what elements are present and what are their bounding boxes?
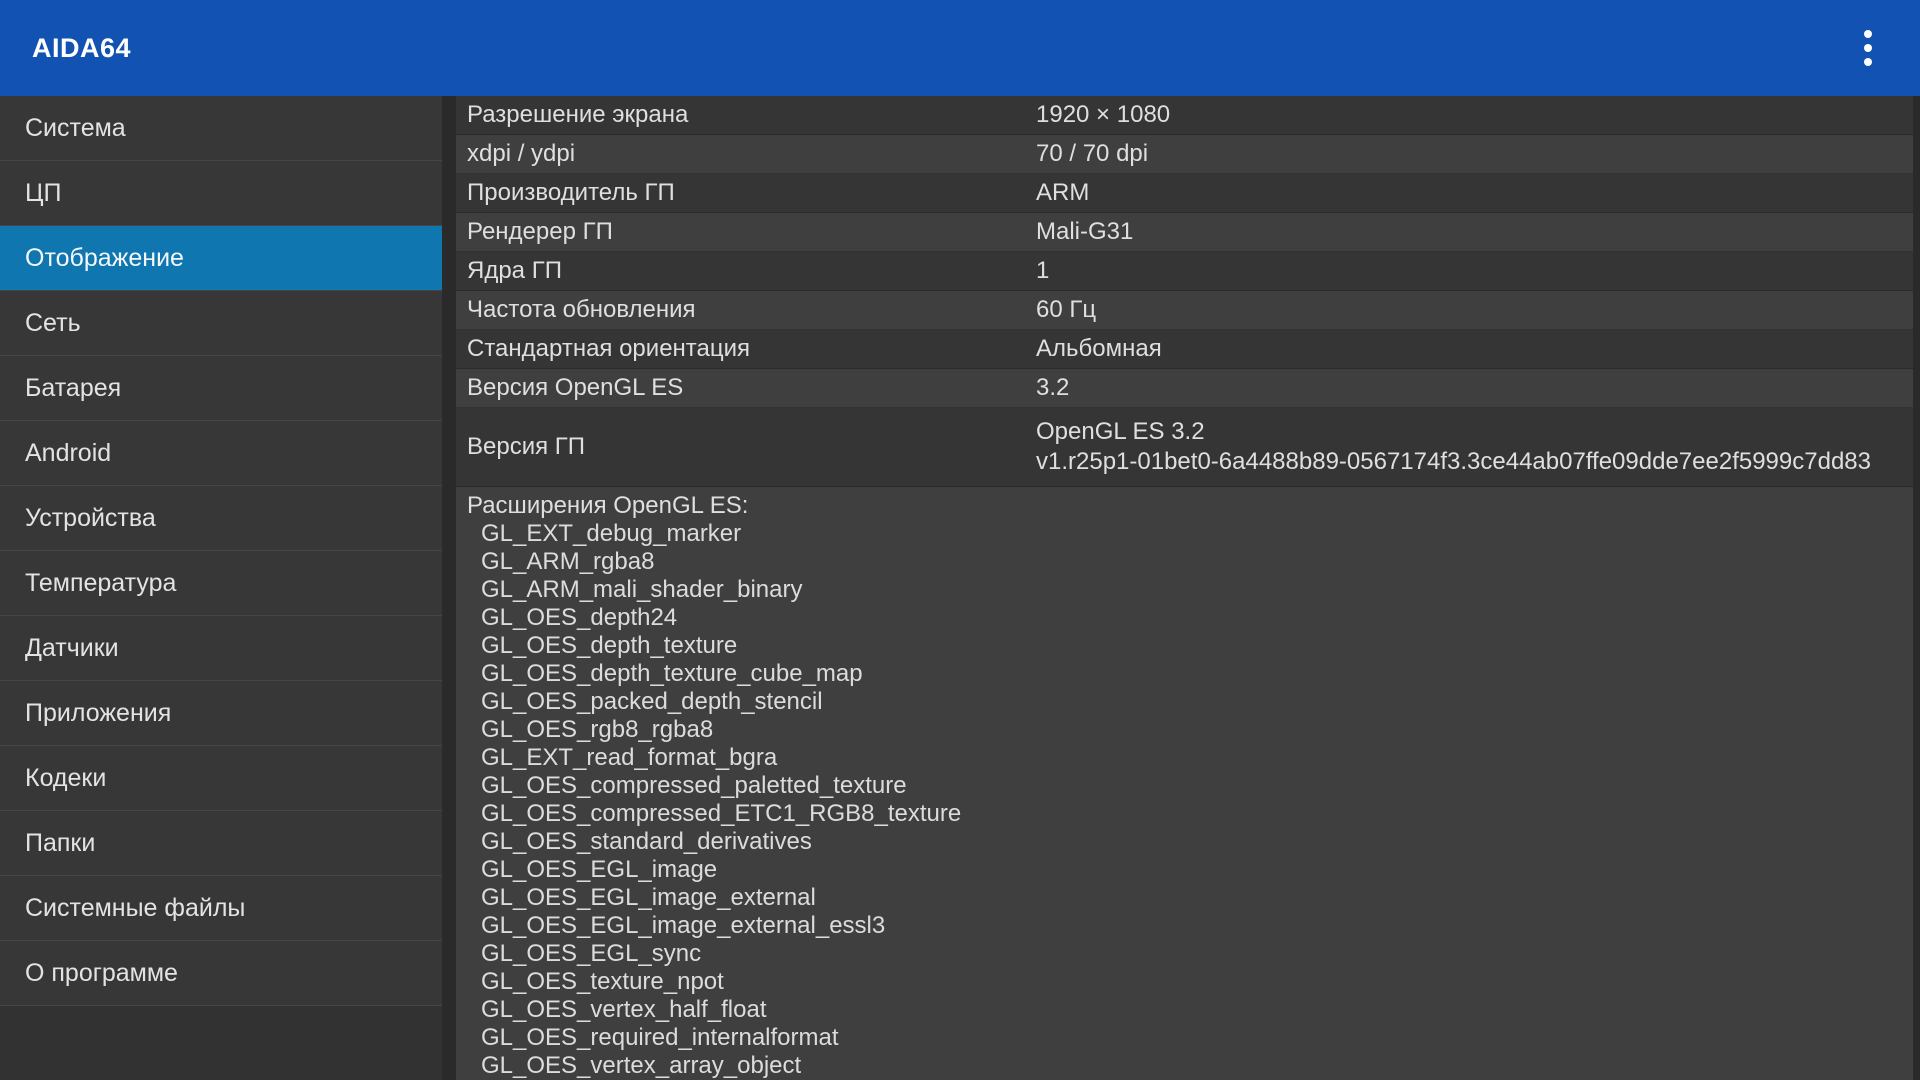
info-label: Разрешение экрана [456, 101, 1036, 129]
info-label: Ядра ГП [456, 257, 1036, 285]
info-value: 60 Гц [1036, 295, 1913, 325]
sidebar-item-7[interactable]: Температура [0, 551, 442, 616]
sidebar-item-label: Папки [25, 829, 95, 858]
info-row[interactable]: Версия ГПOpenGL ES 3.2 v1.r25p1-01bet0-6… [456, 408, 1913, 487]
sidebar-item-label: Температура [25, 569, 176, 598]
extension-item: GL_OES_EGL_image [467, 856, 1913, 884]
info-value: ARM [1036, 178, 1913, 208]
extensions-block: Расширения OpenGL ES: GL_EXT_debug_marke… [456, 487, 1913, 1080]
info-row[interactable]: Производитель ГПARM [456, 174, 1913, 213]
info-value: 70 / 70 dpi [1036, 139, 1913, 169]
extension-item: GL_OES_EGL_sync [467, 940, 1913, 968]
sidebar-item-4[interactable]: Батарея [0, 356, 442, 421]
extension-item: GL_OES_depth_texture [467, 632, 1913, 660]
kebab-dot [1864, 58, 1872, 66]
info-label: Версия ГП [456, 433, 1036, 461]
sidebar-item-1[interactable]: ЦП [0, 161, 442, 226]
info-label: Производитель ГП [456, 179, 1036, 207]
extension-item: GL_OES_compressed_paletted_texture [467, 772, 1913, 800]
sidebar-item-label: О программе [25, 959, 178, 988]
sidebar-item-13[interactable]: О программе [0, 941, 442, 1006]
extension-item: GL_OES_depth24 [467, 604, 1913, 632]
info-value: Mali-G31 [1036, 217, 1913, 247]
sidebar-item-label: Отображение [25, 244, 184, 273]
info-value: 1920 × 1080 [1036, 100, 1913, 130]
extension-item: GL_OES_texture_npot [467, 968, 1913, 996]
info-label: Частота обновления [456, 296, 1036, 324]
sidebar-item-label: Сеть [25, 309, 81, 338]
extension-item: GL_OES_standard_derivatives [467, 828, 1913, 856]
sidebar-item-label: Устройства [25, 504, 156, 533]
sidebar-item-label: Датчики [25, 634, 119, 663]
sidebar-item-label: Приложения [25, 699, 171, 728]
extension-item: GL_OES_rgb8_rgba8 [467, 716, 1913, 744]
info-label: Версия OpenGL ES [456, 374, 1036, 402]
sidebar-item-11[interactable]: Папки [0, 811, 442, 876]
kebab-dot [1864, 44, 1872, 52]
info-label: Стандартная ориентация [456, 335, 1036, 363]
info-label: xdpi / ydpi [456, 140, 1036, 168]
extension-item: GL_OES_EGL_image_external_essl3 [467, 912, 1913, 940]
extension-item: GL_EXT_read_format_bgra [467, 744, 1913, 772]
sidebar-item-label: Android [25, 439, 111, 468]
extension-item: GL_EXT_debug_marker [467, 520, 1913, 548]
info-row[interactable]: Рендерер ГПMali-G31 [456, 213, 1913, 252]
info-row[interactable]: Стандартная ориентацияАльбомная [456, 330, 1913, 369]
info-value: 3.2 [1036, 373, 1913, 403]
extension-item: GL_ARM_mali_shader_binary [467, 576, 1913, 604]
sidebar-item-6[interactable]: Устройства [0, 486, 442, 551]
info-label: Рендерер ГП [456, 218, 1036, 246]
info-row[interactable]: xdpi / ydpi70 / 70 dpi [456, 135, 1913, 174]
sidebar-item-3[interactable]: Сеть [0, 291, 442, 356]
sidebar-item-12[interactable]: Системные файлы [0, 876, 442, 941]
sidebar-item-2[interactable]: Отображение [0, 226, 442, 291]
extension-item: GL_OES_depth_texture_cube_map [467, 660, 1913, 688]
app-title: AIDA64 [0, 33, 131, 64]
info-row[interactable]: Версия OpenGL ES3.2 [456, 369, 1913, 408]
sidebar-item-0[interactable]: Система [0, 96, 442, 161]
info-row[interactable]: Частота обновления60 Гц [456, 291, 1913, 330]
extension-item: GL_OES_required_internalformat [467, 1024, 1913, 1052]
info-row[interactable]: Разрешение экрана1920 × 1080 [456, 96, 1913, 135]
sidebar: Система ЦП Отображение Сеть Батарея Android Ус… [0, 96, 442, 1080]
extension-item: GL_OES_compressed_ETC1_RGB8_texture [467, 800, 1913, 828]
sidebar-item-5[interactable]: Android [0, 421, 442, 486]
extension-item: GL_ARM_rgba8 [467, 548, 1913, 576]
extension-item: GL_OES_vertex_half_float [467, 996, 1913, 1024]
app-toolbar: AIDA64 [0, 0, 1920, 96]
sidebar-item-label: Системные файлы [25, 894, 245, 923]
extension-item: GL_OES_EGL_image_external [467, 884, 1913, 912]
info-value: Альбомная [1036, 334, 1913, 364]
info-row[interactable]: Ядра ГП1 [456, 252, 1913, 291]
kebab-menu-icon[interactable] [1844, 24, 1892, 72]
extension-item: GL_OES_packed_depth_stencil [467, 688, 1913, 716]
sidebar-item-10[interactable]: Кодеки [0, 746, 442, 811]
info-value: 1 [1036, 256, 1913, 286]
sidebar-item-label: Кодеки [25, 764, 106, 793]
sidebar-item-9[interactable]: Приложения [0, 681, 442, 746]
sidebar-item-label: ЦП [25, 179, 61, 208]
extension-item: GL_OES_vertex_array_object [467, 1052, 1913, 1080]
sidebar-item-label: Система [25, 114, 126, 143]
kebab-dot [1864, 30, 1872, 38]
sidebar-item-label: Батарея [25, 374, 121, 403]
sidebar-item-8[interactable]: Датчики [0, 616, 442, 681]
extensions-header: Расширения OpenGL ES: [467, 488, 1913, 520]
info-value: OpenGL ES 3.2 v1.r25p1-01bet0-6a4488b89-… [1036, 417, 1913, 477]
display-info-panel: Разрешение экрана1920 × 1080xdpi / ydpi7… [442, 96, 1920, 1080]
extensions-list: GL_EXT_debug_markerGL_ARM_rgba8GL_ARM_ma… [467, 520, 1913, 1080]
